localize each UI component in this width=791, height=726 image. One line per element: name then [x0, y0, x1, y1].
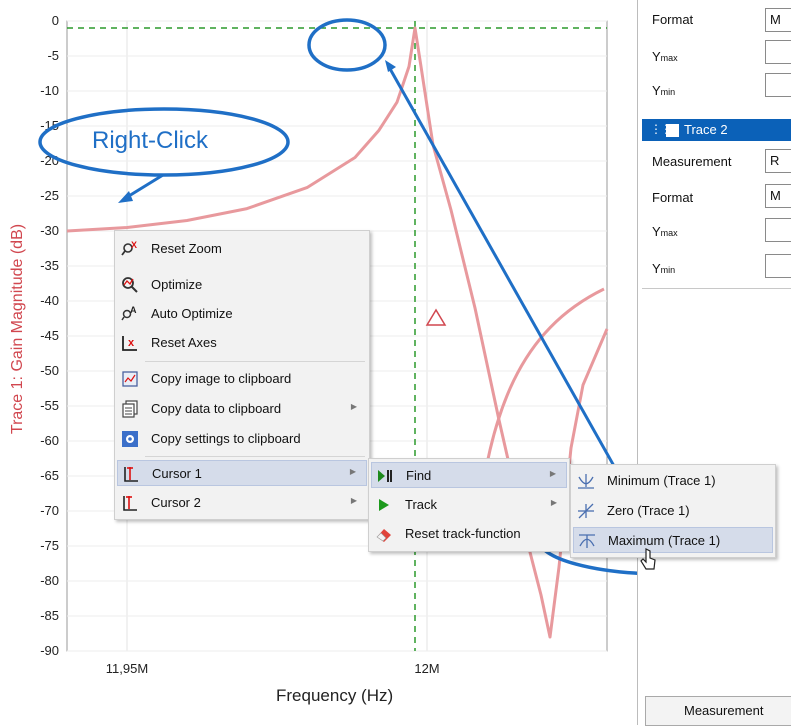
- svg-text:X: X: [131, 240, 137, 250]
- y-tick-label: -25: [40, 188, 59, 203]
- menu-item-reset-zoom[interactable]: X Reset Zoom: [117, 236, 367, 262]
- y-tick-label: -65: [40, 468, 59, 483]
- y-tick-label: -90: [40, 643, 59, 658]
- menu-item-maximum[interactable]: Maximum (Trace 1): [573, 527, 773, 553]
- measurement-label: Measurement: [652, 154, 732, 169]
- submenu-arrow-icon: ▶: [349, 467, 356, 476]
- menu-item-copy-image[interactable]: Copy image to clipboard: [117, 366, 367, 392]
- format-label: Format: [652, 12, 694, 27]
- y-axis-title: Trace 1: Gain Magnitude (dB): [9, 223, 26, 435]
- svg-text:x: x: [128, 337, 135, 349]
- y-tick-label: -10: [40, 83, 59, 98]
- menu-item-find[interactable]: Find ▶: [371, 462, 567, 488]
- submenu-arrow-icon: ▶: [549, 469, 556, 478]
- y-tick-label: -40: [40, 293, 59, 308]
- copy-data-icon: [122, 400, 138, 418]
- reset-zoom-icon: X: [121, 240, 137, 256]
- y-tick-label: -70: [40, 503, 59, 518]
- context-menu: X Reset Zoom Optimize A Auto Optimize x …: [114, 230, 370, 520]
- right-click-callout-text: Right-Click: [92, 127, 209, 154]
- y-tick-label: -55: [40, 398, 59, 413]
- measurement-button[interactable]: Measurement: [645, 696, 791, 726]
- ymax-input[interactable]: [765, 40, 791, 64]
- trace-2-label: Trace 2: [684, 122, 728, 137]
- submenu-arrow-icon: ▶: [550, 498, 557, 507]
- y-tick-label: 0: [52, 13, 59, 28]
- menu-item-reset-track-function[interactable]: Reset track-function: [371, 521, 567, 547]
- menu-item-optimize[interactable]: Optimize: [117, 272, 367, 298]
- y-tick-label: -80: [40, 573, 59, 588]
- y-tick-label: -35: [40, 258, 59, 273]
- menu-item-track[interactable]: Track ▶: [371, 492, 567, 518]
- ymin-2-input[interactable]: [765, 254, 791, 278]
- trace-2-checkbox[interactable]: [666, 124, 679, 137]
- format-2-label: Format: [652, 190, 694, 205]
- y-tick-label: -85: [40, 608, 59, 623]
- y-tick-label: -75: [40, 538, 59, 553]
- trace-settings-panel: [637, 0, 791, 725]
- copy-image-icon: [122, 371, 138, 387]
- submenu-arrow-icon: ▶: [350, 402, 357, 411]
- zero-icon: [578, 503, 594, 519]
- cursor-icon: [124, 467, 138, 482]
- optimize-icon: [122, 277, 138, 293]
- menu-item-reset-axes[interactable]: x Reset Axes: [117, 330, 367, 356]
- y-tick-label: -60: [40, 433, 59, 448]
- y-tick-label: -30: [40, 223, 59, 238]
- menu-item-copy-settings[interactable]: Copy settings to clipboard: [117, 426, 367, 452]
- menu-item-minimum[interactable]: Minimum (Trace 1): [573, 468, 773, 494]
- ymax-2-label: Ymax: [652, 224, 678, 239]
- x-tick-label: 11,95M: [106, 661, 148, 676]
- ymin-input[interactable]: [765, 73, 791, 97]
- mouse-pointer-icon: [640, 548, 656, 570]
- cursor-icon: [123, 496, 137, 511]
- menu-item-copy-data[interactable]: Copy data to clipboard ▶: [117, 396, 367, 422]
- auto-optimize-icon: A: [121, 305, 137, 321]
- menu-item-cursor-1[interactable]: Cursor 1 ▶: [117, 460, 367, 486]
- format-select[interactable]: M: [765, 8, 791, 32]
- find-submenu: Minimum (Trace 1) Zero (Trace 1) Maximum…: [570, 464, 776, 558]
- maximum-icon: [579, 534, 595, 548]
- menu-separator: [145, 456, 365, 457]
- menu-item-cursor-2[interactable]: Cursor 2 ▶: [117, 490, 367, 516]
- menu-item-auto-optimize[interactable]: A Auto Optimize: [117, 301, 367, 327]
- ymax-label: Ymax: [652, 49, 678, 64]
- play-pause-icon: [378, 470, 392, 482]
- svg-text:A: A: [130, 305, 137, 315]
- ymin-2-label: Ymin: [652, 261, 676, 276]
- menu-item-zero[interactable]: Zero (Trace 1): [573, 498, 773, 524]
- ymin-label: Ymin: [652, 83, 676, 98]
- eraser-icon: [376, 529, 391, 542]
- x-tick-label: 12M: [414, 661, 439, 676]
- format-2-select[interactable]: M: [765, 184, 791, 208]
- submenu-arrow-icon: ▶: [350, 496, 357, 505]
- measurement-select[interactable]: R: [765, 149, 791, 173]
- y-tick-label: -50: [40, 363, 59, 378]
- menu-separator: [145, 361, 365, 362]
- copy-settings-icon: [122, 431, 138, 447]
- y-tick-label: -5: [47, 48, 59, 63]
- y-tick-label: -45: [40, 328, 59, 343]
- measurement-select-value: R: [770, 153, 780, 168]
- trace-2-header[interactable]: ⋮⋮ Trace 2: [642, 119, 791, 141]
- format-select-value: M: [770, 12, 781, 27]
- x-axis-title: Frequency (Hz): [276, 686, 394, 705]
- panel-divider: [642, 288, 791, 289]
- cursor-1-submenu: Find ▶ Track ▶ Reset track-function: [368, 458, 570, 552]
- ymax-2-input[interactable]: [765, 218, 791, 242]
- reset-axes-icon: x: [122, 336, 137, 351]
- minimum-icon: [578, 474, 594, 489]
- format-2-select-value: M: [770, 188, 781, 203]
- play-icon: [379, 499, 389, 511]
